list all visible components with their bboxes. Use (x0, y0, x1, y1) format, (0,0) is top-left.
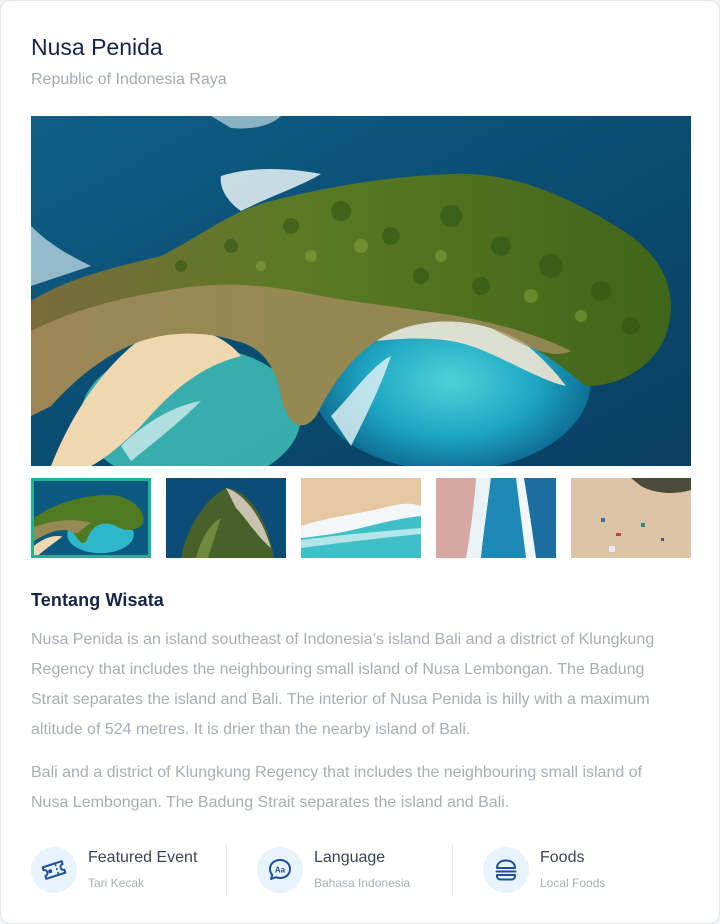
ticket-icon (31, 847, 77, 893)
destination-card: Nusa Penida Republic of Indonesia Raya T… (0, 0, 720, 924)
thumbnail-shoreline (436, 478, 556, 558)
thumbnail-3[interactable] (301, 478, 421, 558)
feature-language[interactable]: Aa Language Bahasa Indonesia (257, 844, 452, 896)
thumbnail-1[interactable] (31, 478, 151, 558)
thumbnail-beach-waves (301, 478, 421, 558)
thumbnail-rock-cliff (166, 478, 286, 558)
svg-text:Aa: Aa (275, 866, 286, 875)
description-paragraph-2: Bali and a district of Klungkung Regency… (31, 764, 643, 811)
thumbnail-sand-beach (571, 478, 691, 558)
feature-value: Bahasa Indonesia (314, 876, 411, 890)
feature-featured-event[interactable]: Featured Event Tari Kecak (31, 844, 221, 896)
hero-aerial-illustration (31, 116, 691, 466)
divider (226, 844, 227, 896)
language-icon: Aa (257, 847, 303, 893)
divider (452, 844, 453, 896)
thumbnail-5[interactable] (571, 478, 691, 558)
feature-value: Tari Kecak (88, 876, 145, 890)
feature-label: Featured Event (88, 849, 198, 866)
feature-foods[interactable]: Foods Local Foods (483, 844, 673, 896)
feature-label: Foods (540, 849, 585, 866)
page-subtitle: Republic of Indonesia Raya (31, 71, 227, 88)
section-heading: Tentang Wisata (31, 590, 164, 610)
feature-list: Featured Event Tari Kecak Aa Language Ba… (31, 844, 691, 896)
feature-label: Language (314, 849, 386, 866)
thumbnail-2[interactable] (166, 478, 286, 558)
hero-image (31, 116, 691, 466)
description-paragraph-1: Nusa Penida is an island southeast of In… (31, 631, 655, 738)
burger-icon (483, 847, 529, 893)
thumbnail-4[interactable] (436, 478, 556, 558)
feature-value: Local Foods (540, 876, 606, 890)
thumbnail-strip (31, 478, 691, 558)
thumbnail-aerial-cliff (34, 481, 148, 555)
page-title: Nusa Penida (31, 34, 163, 60)
